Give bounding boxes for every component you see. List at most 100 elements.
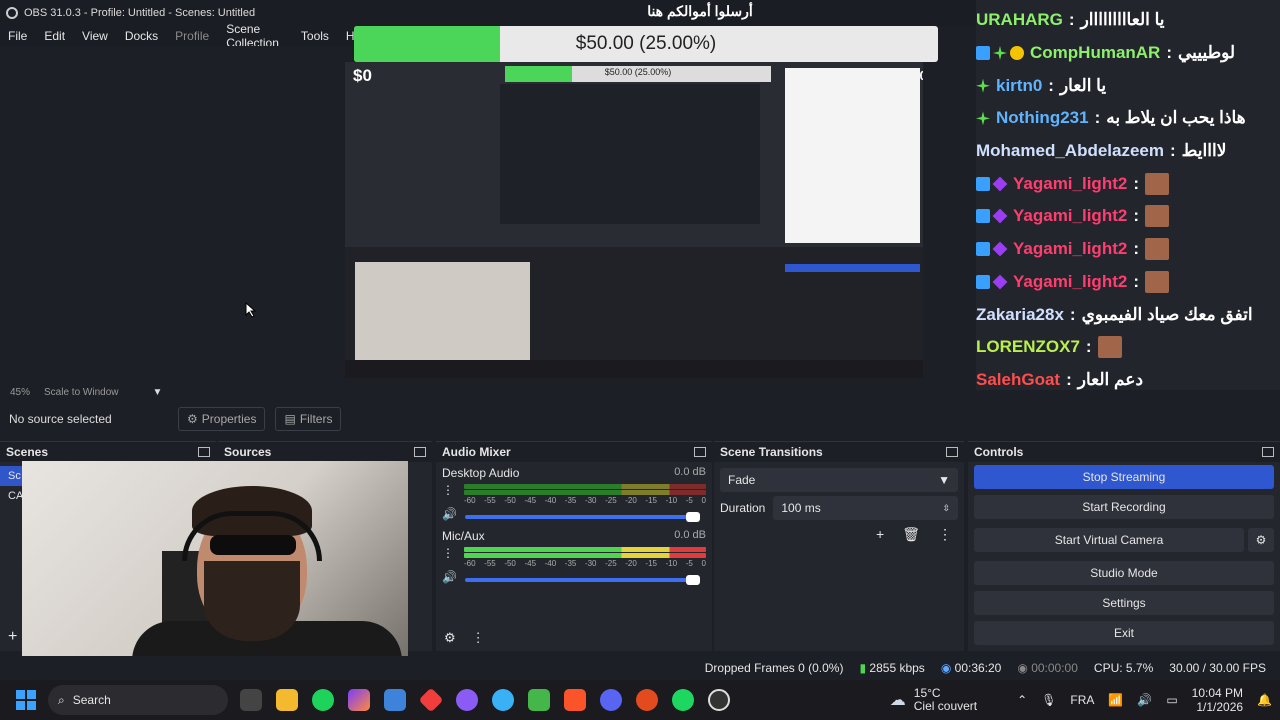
- start-recording-button[interactable]: Start Recording: [974, 495, 1274, 519]
- kebab-menu-icon[interactable]: ⋮: [442, 483, 456, 497]
- scene-item[interactable]: Sc: [0, 466, 22, 486]
- menu-view[interactable]: View: [82, 29, 108, 43]
- no-source-label: No source selected: [9, 412, 112, 426]
- microphone-icon[interactable]: 🎙: [1041, 693, 1056, 707]
- battery-icon[interactable]: ▭: [1166, 693, 1177, 707]
- kebab-menu-icon[interactable]: ⋮: [938, 526, 952, 543]
- emote-icon: [1145, 172, 1169, 195]
- trash-icon[interactable]: 🗑: [902, 526, 920, 543]
- add-transition-icon[interactable]: +: [876, 526, 884, 543]
- nested-chat: [785, 68, 920, 243]
- undock-icon[interactable]: [198, 447, 210, 457]
- notification-icon[interactable]: 🔔: [1257, 693, 1272, 707]
- clock-time: 10:04 PM: [1191, 686, 1244, 700]
- chat-message-text: لاااايط: [1181, 141, 1227, 161]
- chat-message-text: يا العااااااااار: [1080, 10, 1165, 30]
- stop-streaming-button[interactable]: Stop Streaming: [974, 465, 1274, 489]
- controls-header: Controls: [968, 442, 1280, 462]
- nested-webcam: [355, 262, 530, 362]
- chat-message: : Yagami_light2: [976, 266, 1280, 299]
- weather-widget[interactable]: ☁ 15°C Ciel couvert: [890, 687, 977, 713]
- audio-mixer-header: Audio Mixer: [436, 442, 712, 462]
- file-explorer-icon[interactable]: [276, 689, 298, 711]
- transition-select[interactable]: Fade ▼: [720, 468, 958, 492]
- channel-name: Desktop Audio: [442, 466, 520, 480]
- zoom-mode[interactable]: Scale to Window: [44, 387, 118, 398]
- volume-meter: [464, 484, 706, 489]
- duration-input[interactable]: 100 ms ⇳: [773, 496, 958, 520]
- undock-icon[interactable]: [1262, 447, 1274, 457]
- signal-bars-icon: ▮: [859, 661, 867, 675]
- zoom-percent[interactable]: 45%: [10, 387, 30, 398]
- speaker-icon[interactable]: 🔊: [442, 507, 457, 521]
- kebab-menu-icon[interactable]: ⋮: [472, 630, 485, 646]
- kebab-menu-icon[interactable]: ⋮: [442, 546, 456, 560]
- gem-badge-icon: [992, 241, 1008, 257]
- stepper-icon[interactable]: ⇳: [942, 503, 950, 514]
- live-time-value: 00:36:20: [954, 661, 1002, 675]
- xbox-icon[interactable]: [312, 689, 334, 711]
- wifi-icon[interactable]: 📶: [1108, 693, 1123, 707]
- donation-progress-label: $50.00 (25.00%): [575, 33, 717, 54]
- chevron-down-icon[interactable]: ▼: [153, 387, 163, 398]
- menu-docks[interactable]: Docks: [125, 29, 158, 43]
- undock-icon[interactable]: [414, 447, 426, 457]
- android-icon[interactable]: [528, 689, 550, 711]
- volume-slider[interactable]: [464, 511, 701, 522]
- windows-start-icon[interactable]: [16, 690, 36, 710]
- streamer-beard: [204, 561, 300, 641]
- speaker-icon[interactable]: 🔊: [442, 570, 457, 584]
- properties-button[interactable]: ⚙ Properties: [178, 407, 266, 431]
- store-icon[interactable]: [384, 689, 406, 711]
- add-scene-icon[interactable]: +: [8, 628, 17, 646]
- discord-icon[interactable]: [600, 689, 622, 711]
- copilot-icon[interactable]: [348, 689, 370, 711]
- filter-icon: ▤: [284, 412, 296, 426]
- weather-desc: Ciel couvert: [913, 699, 978, 713]
- chat-message-text: لوطيييي: [1178, 43, 1236, 63]
- ea-icon[interactable]: [636, 689, 658, 711]
- brave-icon[interactable]: [564, 689, 586, 711]
- meter-scale: -60 -55 -50 -45 -40 -35 -30 -25 -20 -15 -10 -5 0: [464, 496, 706, 505]
- filters-button[interactable]: ▤ Filters: [275, 407, 342, 431]
- prime-badge-icon: [976, 46, 990, 61]
- clock[interactable]: 10:04 PM 1/1/2026: [1192, 686, 1243, 714]
- gem-badge-icon: [992, 176, 1008, 192]
- studio-mode-button[interactable]: Studio Mode: [974, 561, 1274, 585]
- gear-icon[interactable]: ⚙: [444, 630, 456, 646]
- audio-mixer-title: Audio Mixer: [442, 445, 511, 459]
- audio-mixer-dock: Audio Mixer Desktop Audio 0.0 dB ⋮ -60 -55…: [436, 441, 712, 651]
- volume-slider[interactable]: [464, 574, 701, 585]
- task-view-icon[interactable]: [240, 689, 262, 711]
- chat-message: : Yagami_light2: [976, 200, 1280, 233]
- menu-profile[interactable]: Profile: [175, 29, 209, 43]
- menu-file[interactable]: File: [8, 29, 27, 43]
- undock-icon[interactable]: [946, 447, 958, 457]
- chevron-up-icon[interactable]: ⌃: [1017, 693, 1027, 707]
- exit-button[interactable]: Exit: [974, 621, 1274, 645]
- taskbar-search[interactable]: ⌕ Search: [48, 685, 228, 715]
- menu-tools[interactable]: Tools: [301, 29, 329, 43]
- volume-icon[interactable]: 🔊: [1137, 693, 1152, 707]
- menu-edit[interactable]: Edit: [44, 29, 65, 43]
- chat-app-icon[interactable]: [456, 689, 478, 711]
- status-bar: Dropped Frames 0 (0.0%) ▮ 2855 kbps ◉ 00…: [0, 656, 1280, 680]
- chat-username: CompHumanAR: [1030, 43, 1161, 63]
- settings-button[interactable]: Settings: [974, 591, 1274, 615]
- undock-icon[interactable]: [694, 447, 706, 457]
- donation-min-label: $0: [353, 66, 372, 85]
- webcam-overlay: [22, 461, 408, 678]
- obs-taskbar-icon[interactable]: [708, 689, 730, 711]
- chat-username: Yagami_light2: [1013, 239, 1128, 259]
- edge-icon[interactable]: [492, 689, 514, 711]
- prime-badge-icon: [976, 176, 990, 191]
- language-indicator[interactable]: FRA: [1070, 693, 1094, 707]
- transition-value: Fade: [728, 473, 756, 487]
- chat-username: Yagami_light2: [1013, 206, 1128, 226]
- sources-dock-header: Sources: [218, 442, 432, 462]
- clock-date: 1/1/2026: [1196, 700, 1244, 714]
- app-icon[interactable]: [418, 687, 444, 713]
- start-virtual-camera-button[interactable]: Start Virtual Camera: [974, 528, 1244, 552]
- gear-icon[interactable]: ⚙: [1248, 528, 1274, 552]
- spotify-icon[interactable]: [672, 689, 694, 711]
